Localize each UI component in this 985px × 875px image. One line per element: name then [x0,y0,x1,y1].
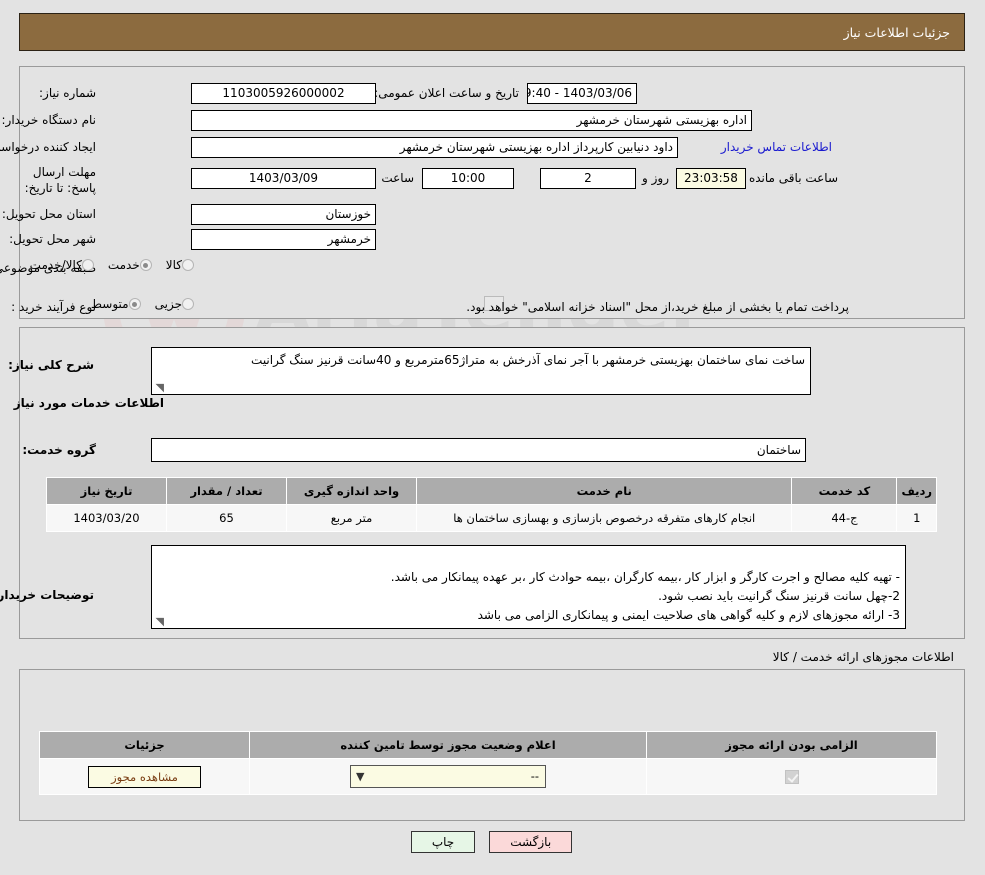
deadline-label: مهلت ارسال پاسخ: تا تاریخ: [25,165,97,195]
table-row: 1 ج-44 انجام کارهای متفرقه درخصوص بازساز… [47,504,938,532]
category-radio-1[interactable] [140,259,153,271]
th-code: کد خدمت [792,477,899,505]
category-radio-group[interactable]: کالا خدمت کالا/خدمت [21,258,195,272]
cell-license-required [647,758,938,795]
service-group-value: ساختمان [152,438,807,462]
need-desc-label: شرح کلی نیاز: [9,358,95,372]
licenses-section-caption: اطلاعات مجوزهای ارائه خدمت / کالا [773,650,955,664]
process-type-label-0: جزیی [155,297,183,311]
license-status-value: -- [531,769,540,783]
deadline-hour-label: ساعت [382,171,415,185]
print-button[interactable]: چاپ [411,831,477,853]
city-label: شهر محل تحویل: [10,232,97,246]
category-radio-2[interactable] [82,259,95,271]
back-button[interactable]: بازگشت [490,831,574,853]
cell-unit: متر مربع [287,504,418,532]
licenses-table: الزامی بودن ارائه مجوز اعلام وضعیت مجوز … [40,731,938,795]
category-label-0: کالا [166,258,183,272]
category-radio-0[interactable] [183,259,195,271]
need-desc-textarea[interactable]: ساخت نمای ساختمان بهزیستی خرمشهر با آجر … [152,347,812,395]
view-license-button[interactable]: مشاهده مجوز [89,765,202,788]
treasury-checkbox-label: پرداخت تمام یا بخشی از مبلغ خرید،از محل … [467,300,850,314]
need-number-value: 1103005926000002 [192,83,377,104]
category-label-1: خدمت [108,258,141,272]
buyer-org-label: نام دستگاه خریدار: [2,113,98,127]
need-number-label: شماره نیاز: [40,86,97,100]
cell-code: ج-44 [792,504,899,532]
buyer-org-value: اداره بهزیستی شهرستان خرمشهر [192,110,753,131]
requester-label: ایجاد کننده درخواست: [0,140,97,154]
th-license-status: اعلام وضعیت مجوز توسط تامین کننده [250,731,648,759]
remaining-days-value: 2 [541,168,637,189]
services-table-header-row: ردیف کد خدمت نام خدمت واحد اندازه گیری ت… [47,477,938,505]
deadline-date-value: 1403/03/09 [192,168,377,189]
province-label: استان محل تحویل: [2,207,97,221]
buyer-notes-label: توضیحات خریدار: [0,588,95,602]
th-license-required: الزامی بودن ارائه مجوز [647,731,938,759]
process-type-option-0[interactable]: جزیی [146,297,195,311]
license-required-checkbox [785,769,800,784]
resize-grip-icon: ◥ [156,615,165,628]
th-quantity: تعداد / مقدار [167,477,288,505]
countdown-timer: 23:03:58 [677,168,747,189]
buyer-notes-textarea[interactable]: - تهیه کلیه مصالح و اجرت کارگر و ابزار ک… [152,545,907,629]
cell-license-details: مشاهده مجوز [40,758,251,795]
requester-value: داود دنیابین کارپرداز اداره بهزیستی شهرس… [192,137,679,158]
th-license-details: جزئیات [40,731,251,759]
table-row: -- ▼ مشاهده مجوز [40,758,938,795]
process-type-radio-0[interactable] [183,298,195,310]
cell-name: انجام کارهای متفرقه درخصوص بازسازی و بهس… [416,504,794,532]
buyer-notes-value: - تهیه کلیه مصالح و اجرت کارگر و ابزار ک… [391,570,901,622]
announce-date-value: 1403/03/06 - 09:40 [528,83,638,104]
license-status-dropdown[interactable]: -- ▼ [351,765,547,788]
announce-date-label: تاریخ و ساعت اعلان عمومی: [375,86,520,100]
province-value: خوزستان [192,204,377,225]
cell-row: 1 [897,504,938,532]
cell-quantity: 65 [167,504,288,532]
buyer-contact-link[interactable]: اطلاعات تماس خریدار [722,140,833,154]
page-title: جزئیات اطلاعات نیاز [844,24,951,40]
process-type-label-1: متوسط [91,297,130,311]
service-group-label: گروه خدمت: [23,443,97,457]
cell-date: 1403/03/20 [47,504,168,532]
need-info-panel [20,66,966,319]
th-date: تاریخ نیاز [47,477,168,505]
category-option-1[interactable]: خدمت [99,258,153,272]
th-row: ردیف [897,477,938,505]
process-type-radio-group[interactable]: جزیی متوسط [82,297,195,311]
city-value: خرمشهر [192,229,377,250]
category-option-0[interactable]: کالا [157,258,195,272]
services-section-caption: اطلاعات خدمات مورد نیاز [14,396,165,410]
category-option-2[interactable]: کالا/خدمت [21,258,95,272]
remaining-hours-label: ساعت باقی مانده [749,171,839,185]
resize-grip-icon: ◥ [156,381,165,394]
deadline-time-value: 10:00 [423,168,515,189]
window-title-bar: جزئیات اطلاعات نیاز [20,13,966,51]
need-desc-value: ساخت نمای ساختمان بهزیستی خرمشهر با آجر … [252,353,806,367]
services-table: ردیف کد خدمت نام خدمت واحد اندازه گیری ت… [47,477,938,532]
process-type-option-1[interactable]: متوسط [82,297,142,311]
footer-actions: بازگشت چاپ [0,831,985,853]
process-type-radio-1[interactable] [129,298,142,310]
page-root: AriaTender.net جزئیات اطلاعات نیاز شماره… [0,0,985,875]
chevron-down-icon: ▼ [357,770,366,783]
category-label-2: کالا/خدمت [30,258,83,272]
th-unit: واحد اندازه گیری [287,477,418,505]
licenses-table-header-row: الزامی بودن ارائه مجوز اعلام وضعیت مجوز … [40,731,938,759]
cell-license-status: -- ▼ [250,758,648,795]
remaining-days-label: روز و [643,171,670,185]
th-name: نام خدمت [416,477,794,505]
